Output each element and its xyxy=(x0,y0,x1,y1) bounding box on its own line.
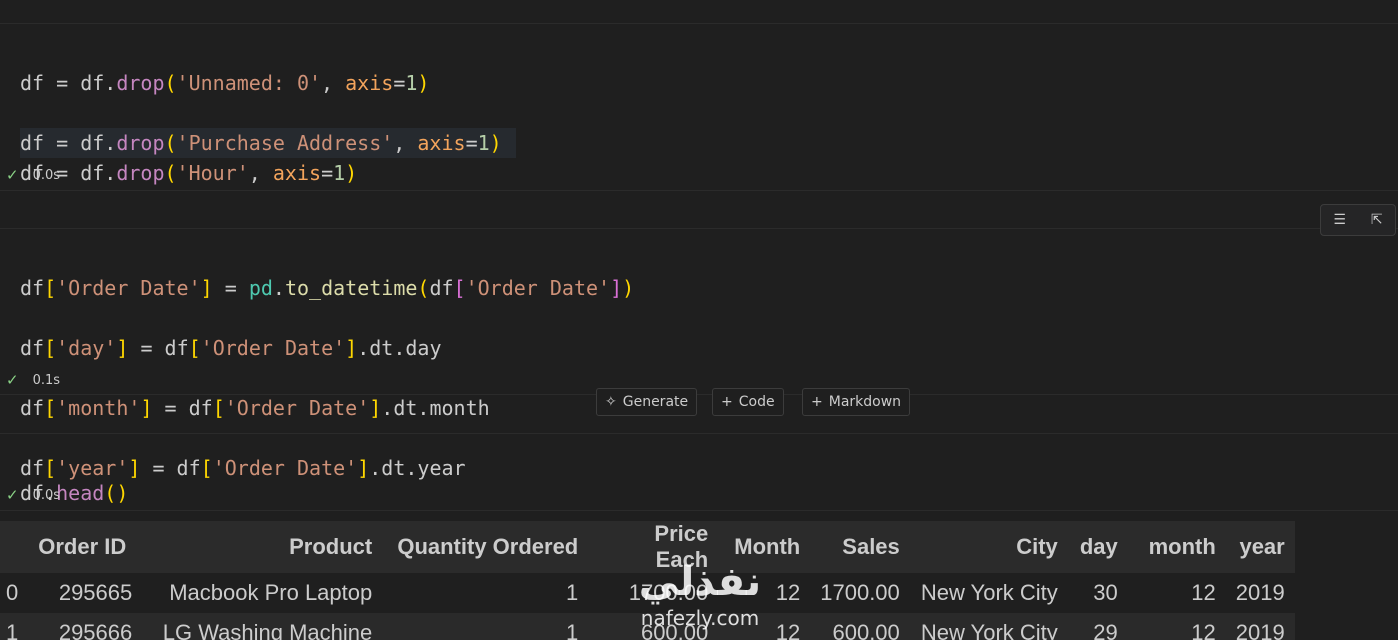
column-header: Sales xyxy=(810,521,910,573)
code-cell-1[interactable]: df = df.drop('Unnamed: 0', axis=1) df = … xyxy=(20,38,516,218)
execution-time: 0.0s xyxy=(32,167,61,183)
table-cell: 295666 xyxy=(28,613,143,640)
column-header: year xyxy=(1225,521,1295,573)
table-row: 1 295666 LG Washing Machine 1 600.00 12 … xyxy=(0,613,1295,640)
table-cell: 1700.00 xyxy=(588,573,719,613)
markdown-label: Markdown xyxy=(828,394,902,410)
cell-toolbar: ☰ ⇱ xyxy=(1320,204,1396,236)
column-header: Product xyxy=(142,521,383,573)
table-cell: 1 xyxy=(382,613,589,640)
success-check-icon: ✓ xyxy=(6,166,19,184)
plus-icon: + xyxy=(721,394,733,410)
column-header: Order ID xyxy=(28,521,143,573)
table-cell: LG Washing Machine xyxy=(142,613,383,640)
run-by-line-icon[interactable]: ☰ xyxy=(1333,212,1346,228)
table-cell: 12 xyxy=(1127,573,1226,613)
table-cell: 600.00 xyxy=(588,613,719,640)
column-header xyxy=(0,521,29,573)
column-header: Quantity Ordered xyxy=(382,521,589,573)
cell-2-status: ✓ 0.1s xyxy=(6,371,60,389)
table-header-row: Order ID Product Quantity Ordered Price … xyxy=(0,521,1295,573)
table-cell: 12 xyxy=(718,573,811,613)
column-header: Price Each xyxy=(588,521,719,573)
table-cell: 295665 xyxy=(28,573,143,613)
table-cell: New York City xyxy=(909,573,1068,613)
table-cell: New York City xyxy=(909,613,1068,640)
add-cell-bar: ✧ Generate + Code + Markdown xyxy=(0,388,1398,418)
cell-divider xyxy=(0,228,1398,229)
row-index: 1 xyxy=(0,613,29,640)
add-code-button[interactable]: + Code xyxy=(712,388,784,416)
table-cell: 29 xyxy=(1067,613,1128,640)
cell-3-status: ✓ 0.0s xyxy=(6,486,60,504)
table-cell: 12 xyxy=(1127,613,1226,640)
table-cell: Macbook Pro Laptop xyxy=(142,573,383,613)
generate-button[interactable]: ✧ Generate xyxy=(596,388,698,416)
success-check-icon: ✓ xyxy=(6,486,19,504)
cell-divider xyxy=(0,23,1398,24)
success-check-icon: ✓ xyxy=(6,371,19,389)
table-cell: 2019 xyxy=(1225,573,1295,613)
table-cell: 2019 xyxy=(1225,613,1295,640)
column-header: Month xyxy=(718,521,811,573)
table-cell: 12 xyxy=(718,613,811,640)
generate-label: Generate xyxy=(622,394,689,410)
column-header: month xyxy=(1127,521,1226,573)
execution-time: 0.0s xyxy=(32,487,61,503)
dataframe-output: Order ID Product Quantity Ordered Price … xyxy=(0,521,1295,640)
column-header: City xyxy=(909,521,1068,573)
row-index: 0 xyxy=(0,573,29,613)
table-cell: 600.00 xyxy=(810,613,910,640)
execute-above-icon[interactable]: ⇱ xyxy=(1371,212,1383,228)
plus-icon: + xyxy=(811,394,823,410)
table-cell: 30 xyxy=(1067,573,1128,613)
cell-1-status: ✓ 0.0s xyxy=(6,166,60,184)
column-header: day xyxy=(1067,521,1128,573)
add-markdown-button[interactable]: + Markdown xyxy=(802,388,911,416)
sparkle-icon: ✧ xyxy=(605,394,617,410)
table-cell: 1 xyxy=(382,573,589,613)
execution-time: 0.1s xyxy=(32,372,61,388)
table-row: 0 295665 Macbook Pro Laptop 1 1700.00 12… xyxy=(0,573,1295,613)
table-cell: 1700.00 xyxy=(810,573,910,613)
code-label: Code xyxy=(738,394,775,410)
